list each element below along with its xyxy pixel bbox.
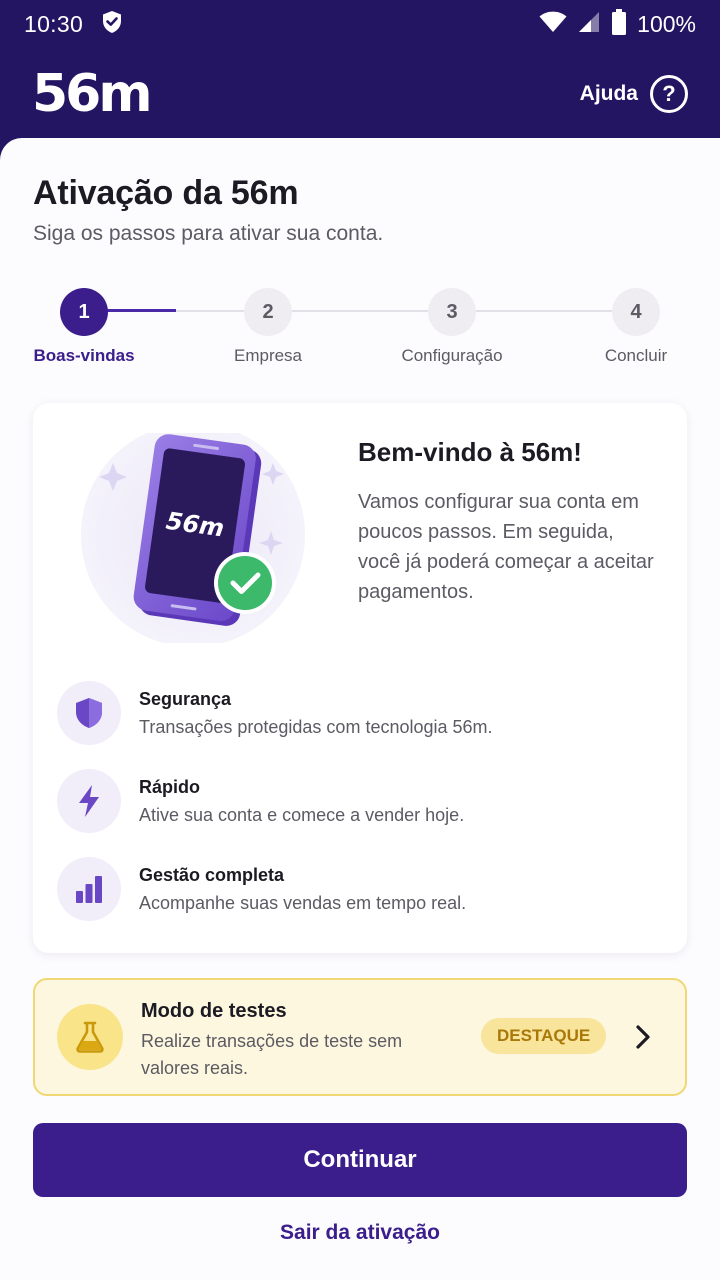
content-sheet: Ativação da 56m Siga os passos para ativ…	[0, 138, 720, 1280]
step-2-label: Empresa	[233, 346, 303, 365]
help-circle-icon: ?	[650, 75, 688, 113]
brand-logo: 56m	[32, 64, 153, 124]
welcome-card: 56m Bem-vindo à 56m! Vamos configurar su…	[33, 403, 687, 953]
continue-button[interactable]: Continuar	[33, 1123, 687, 1197]
chevron-right-icon	[633, 1024, 653, 1055]
test-mode-card[interactable]: Modo de testes Realize transações de tes…	[33, 978, 687, 1096]
app-header: 56m Ajuda ?	[0, 48, 720, 140]
step-3-label: Configuração	[401, 346, 503, 365]
flask-icon	[57, 1004, 123, 1070]
help-label: Ajuda	[579, 82, 638, 105]
exit-activation-link[interactable]: Sair da ativação	[0, 1221, 720, 1245]
battery-icon	[611, 8, 627, 40]
status-time: 10:30	[24, 10, 84, 37]
lightning-icon	[57, 769, 121, 833]
feature-description: Acompanhe suas vendas em tempo real.	[139, 893, 467, 913]
feature-title: Segurança	[139, 689, 232, 709]
step-connector	[292, 310, 428, 312]
step-connector	[476, 310, 612, 312]
page-title: Ativação da 56m	[33, 174, 299, 212]
shield-icon	[57, 681, 121, 745]
shield-check-icon	[101, 10, 123, 39]
feature-list: Segurança Transações protegidas com tecn…	[57, 681, 667, 945]
signal-icon	[577, 10, 601, 39]
wifi-icon	[539, 11, 567, 38]
test-mode-title: Modo de testes	[141, 1000, 287, 1022]
welcome-text: Vamos configurar sua conta em poucos pas…	[358, 491, 654, 603]
status-right: 100%	[539, 8, 696, 40]
welcome-title: Bem-vindo à 56m!	[358, 437, 582, 467]
feature-item: Gestão completa Acompanhe suas vendas em…	[57, 857, 667, 945]
step-2-circle[interactable]: 2	[244, 288, 292, 336]
status-bar: 10:30 100%	[0, 0, 720, 48]
step-1-label: Boas-vindas	[33, 346, 135, 365]
feature-title: Gestão completa	[139, 865, 285, 885]
step-1-circle[interactable]: 1	[60, 288, 108, 336]
help-button[interactable]: Ajuda ?	[580, 75, 688, 113]
status-left: 10:30	[24, 10, 123, 39]
test-mode-description: Realize transações de teste sem valores …	[141, 1031, 403, 1078]
feature-item: Segurança Transações protegidas com tecn…	[57, 681, 667, 769]
step-4-circle[interactable]: 4	[612, 288, 660, 336]
highlight-badge: DESTAQUE	[481, 1018, 607, 1054]
page-subtitle: Siga os passos para ativar sua conta.	[33, 222, 384, 245]
battery-percentage: 100%	[637, 10, 696, 37]
step-4-label: Concluir	[604, 346, 668, 365]
feature-description: Ative sua conta e comece a vender hoje.	[139, 805, 465, 825]
feature-title: Rápido	[139, 777, 200, 797]
feature-description: Transações protegidas com tecnologia 56m…	[139, 717, 493, 737]
step-3-circle[interactable]: 3	[428, 288, 476, 336]
feature-item: Rápido Ative sua conta e comece a vender…	[57, 769, 667, 857]
bar-chart-icon	[57, 857, 121, 921]
activation-stepper: 1 2 3 4 Boas-vindas Empresa Configuração…	[0, 288, 720, 368]
phone-illustration: 56m	[77, 423, 317, 647]
